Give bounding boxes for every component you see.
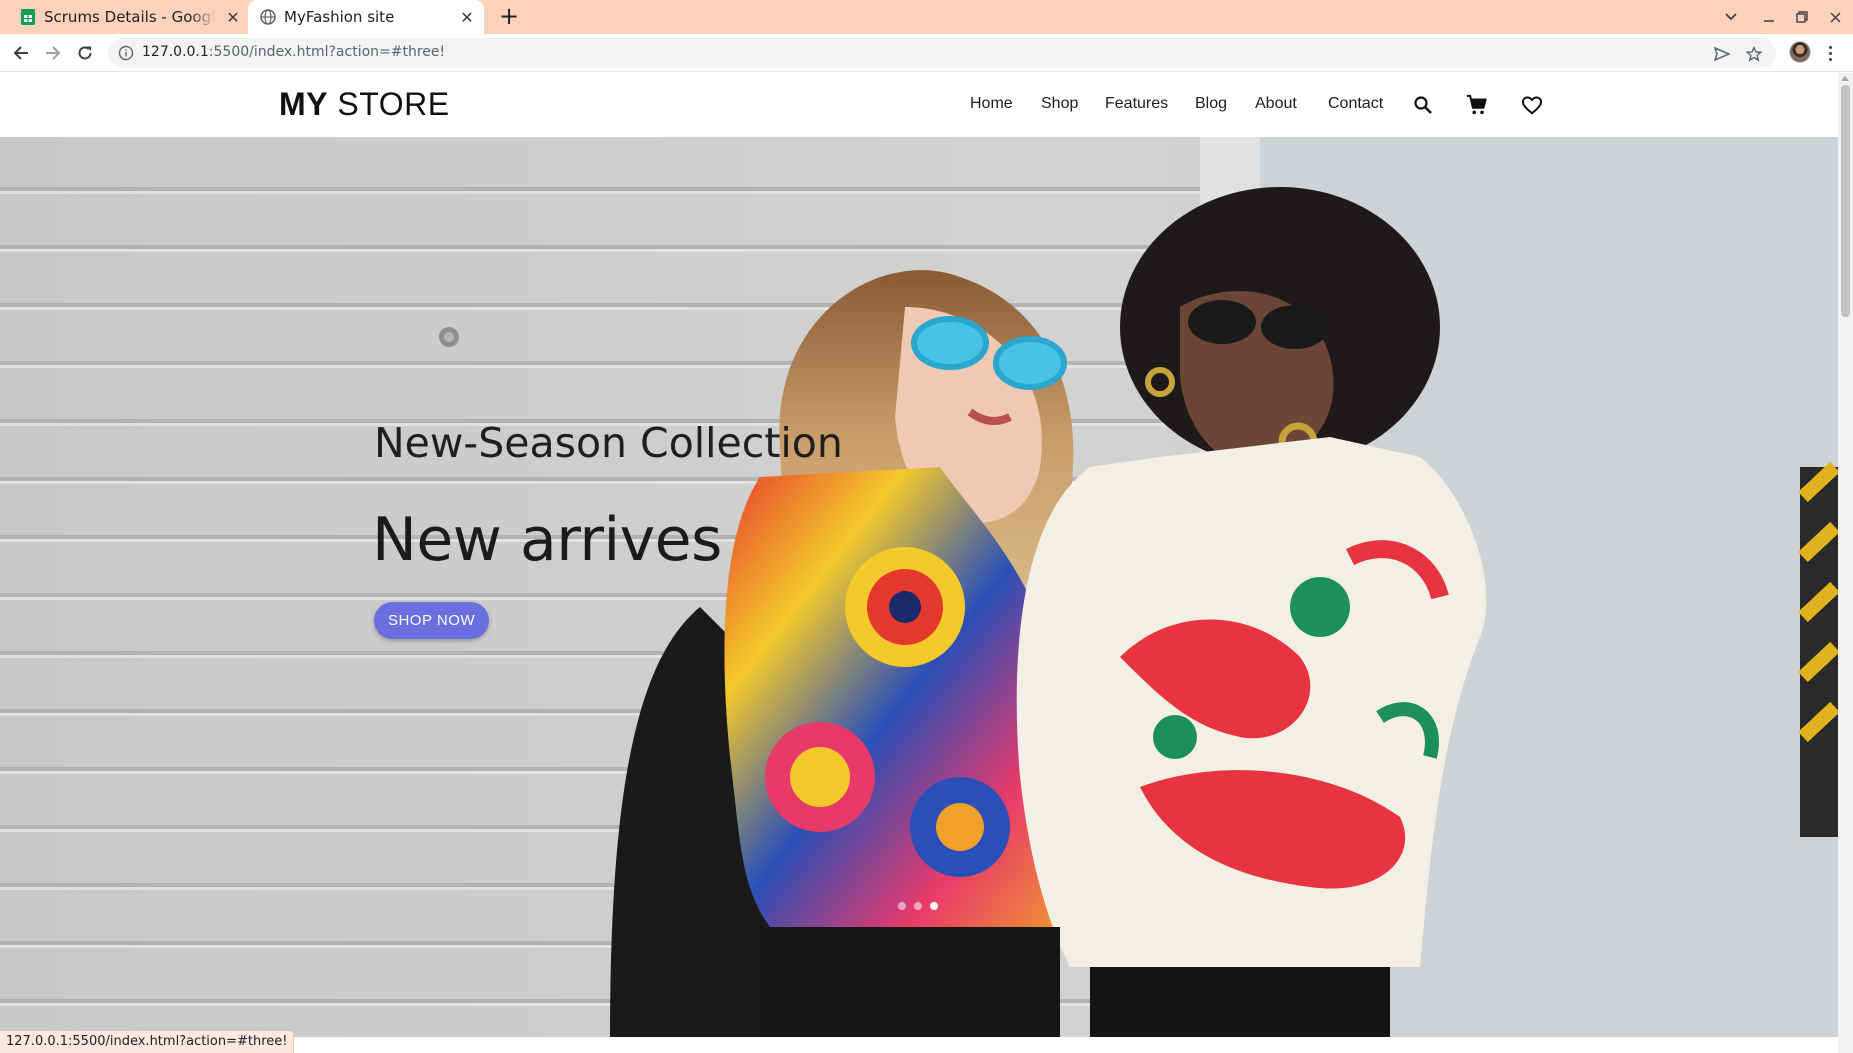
reload-icon[interactable] — [74, 42, 96, 64]
page-scrollbar[interactable] — [1838, 73, 1853, 1053]
globe-icon — [260, 9, 276, 25]
hero-subtitle: New-Season Collection — [374, 419, 843, 467]
url-host: 127.0.0.1 — [142, 44, 209, 60]
scrollbar-thumb[interactable] — [1841, 85, 1850, 317]
tab-title: MyFashion site — [284, 8, 395, 26]
send-tab-icon[interactable] — [1713, 45, 1731, 63]
shop-now-button[interactable]: SHOP NOW — [374, 602, 489, 639]
bookmark-star-icon[interactable] — [1745, 45, 1763, 63]
new-tab-icon[interactable]: + — [498, 4, 520, 28]
nav-home[interactable]: Home — [970, 95, 1013, 115]
back-arrow-icon[interactable] — [10, 42, 32, 64]
page-viewport: MY STORE Home Shop Features Blog About C… — [0, 73, 1853, 1053]
scroll-up-arrow-icon[interactable] — [1841, 76, 1849, 81]
close-tab-icon[interactable]: ✕ — [458, 8, 476, 27]
forward-arrow-icon[interactable] — [42, 42, 64, 64]
google-sheets-icon — [20, 9, 36, 25]
tab-search-chevron-icon[interactable] — [1720, 6, 1742, 28]
link-status-bubble: 127.0.0.1:5500/index.html?action=#three! — [0, 1030, 295, 1053]
cart-icon[interactable] — [1465, 93, 1489, 117]
browser-tab-strip: Scrums Details - Google Sheets ✕ MyFashi… — [0, 0, 1853, 34]
hero-carousel: New-Season Collection New arrives SHOP N… — [0, 137, 1838, 1037]
logo-rest: STORE — [337, 86, 450, 122]
nav-contact[interactable]: Contact — [1328, 95, 1383, 115]
close-window-icon[interactable] — [1824, 6, 1846, 28]
close-tab-icon[interactable]: ✕ — [224, 8, 242, 27]
carousel-indicators — [898, 902, 938, 910]
heart-icon[interactable] — [1520, 93, 1544, 117]
url-path: :5500/index.html?action=#three! — [208, 44, 446, 60]
minimize-icon[interactable] — [1758, 6, 1780, 28]
hero-title: New arrives — [372, 505, 722, 575]
carousel-dot-3[interactable] — [930, 902, 938, 910]
nav-about[interactable]: About — [1255, 95, 1297, 115]
carousel-dot-1[interactable] — [898, 902, 906, 910]
nav-shop[interactable]: Shop — [1041, 95, 1078, 115]
site-header: MY STORE Home Shop Features Blog About C… — [0, 73, 1838, 137]
address-bar[interactable]: 127.0.0.1:5500/index.html?action=#three! — [108, 38, 1776, 68]
profile-avatar[interactable] — [1789, 41, 1811, 63]
restore-icon[interactable] — [1791, 6, 1813, 28]
tab-myfashion[interactable]: MyFashion site ✕ — [248, 0, 484, 34]
nav-features[interactable]: Features — [1105, 95, 1168, 115]
store-logo[interactable]: MY STORE — [279, 86, 450, 123]
browser-menu-icon[interactable] — [1824, 42, 1836, 64]
carousel-dot-2[interactable] — [914, 902, 922, 910]
tab-google-sheets[interactable]: Scrums Details - Google Sheets ✕ — [8, 0, 248, 34]
nav-blog[interactable]: Blog — [1195, 95, 1227, 115]
browser-toolbar: 127.0.0.1:5500/index.html?action=#three! — [0, 34, 1853, 72]
search-icon[interactable] — [1411, 93, 1435, 117]
tab-title: Scrums Details - Google Sheets — [44, 8, 216, 26]
logo-bold: MY — [279, 86, 328, 122]
url-text: 127.0.0.1:5500/index.html?action=#three! — [142, 44, 445, 60]
site-info-icon[interactable] — [118, 45, 134, 61]
